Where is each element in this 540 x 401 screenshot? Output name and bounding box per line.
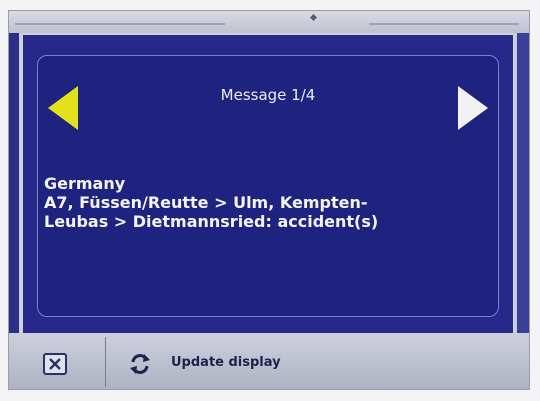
- refresh-icon: [130, 354, 150, 374]
- update-display-label: Update display: [171, 355, 281, 370]
- close-icon: [49, 358, 61, 370]
- top-bar-marker: [309, 13, 318, 22]
- background-map-strip-left: [9, 33, 19, 333]
- next-message-button right-arrow-icon[interactable]: [458, 86, 488, 130]
- background-map-strip-right: [517, 33, 529, 333]
- message-text: Germany A7, Füssen/Reutte > Ulm, Kempten…: [44, 174, 484, 231]
- message-counter: Message 1/4: [220, 86, 316, 104]
- device-screen: Message 1/4 Germany A7, Füssen/Reutte > …: [8, 10, 530, 390]
- bottom-toolbar: Update display: [9, 333, 529, 389]
- top-bar: [9, 11, 529, 33]
- traffic-message-dialog: Message 1/4 Germany A7, Füssen/Reutte > …: [21, 33, 515, 339]
- message-line-route: A7, Füssen/Reutte > Ulm, Kempten-: [44, 193, 368, 212]
- toolbar-divider: [105, 337, 106, 387]
- top-bar-line-left: [15, 23, 225, 25]
- message-line-country: Germany: [44, 174, 126, 193]
- close-button[interactable]: [43, 353, 67, 375]
- top-bar-line-right: [369, 23, 519, 25]
- message-panel: Message 1/4 Germany A7, Füssen/Reutte > …: [37, 55, 499, 317]
- message-line-event: Leubas > Dietmannsried: accident(s): [44, 212, 379, 231]
- update-display-button[interactable]: Update display: [127, 351, 347, 377]
